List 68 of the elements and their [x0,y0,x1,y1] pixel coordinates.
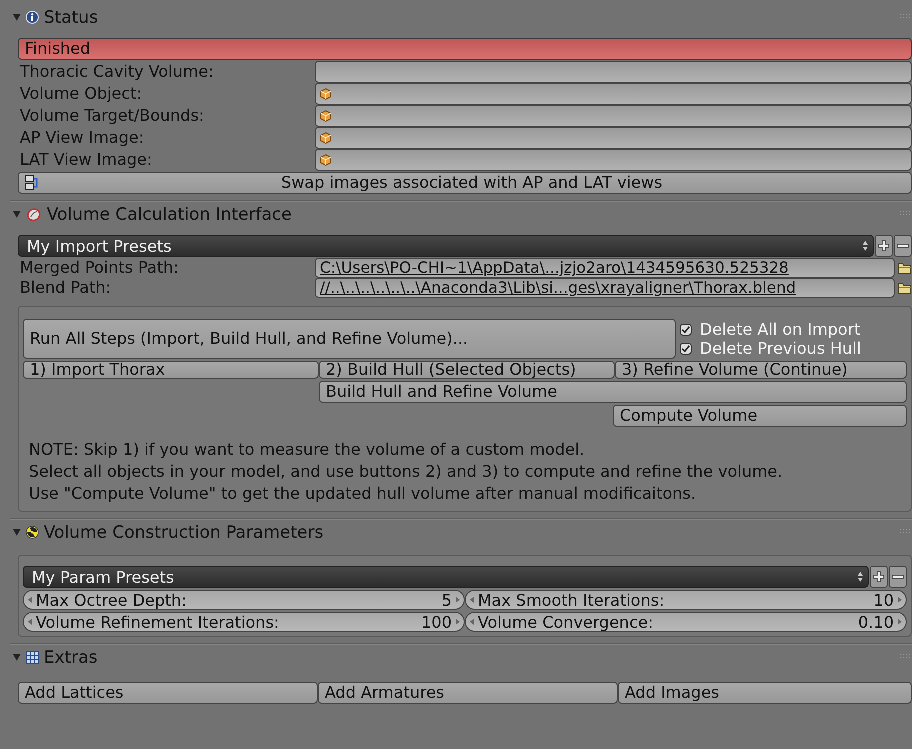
collapse-arrow-icon[interactable] [13,211,21,218]
panel-title[interactable]: Volume Calculation Interface [47,204,292,224]
note-text: Use "Compute Volume" to get the updated hull volume after manual modificaitons. [28,483,698,505]
extras-button[interactable]: Add Lattices [18,682,318,704]
up-down-arrows-icon [862,240,869,252]
plus-icon [878,240,890,252]
path-field[interactable]: //..\..\..\..\..\..\Anaconda3\Lib\si...ges\xrayaligner\Thorax.blend [315,278,895,298]
object-field[interactable] [315,127,912,149]
object-field[interactable] [315,105,912,127]
checkbox-label[interactable]: Delete Previous Hull [700,339,862,358]
field-label: AP View Image: [19,127,146,149]
cube-icon [320,154,332,166]
path-field[interactable]: C:\Users\PO-CHI~1\AppData\...jzjo2aro\1434595630.525328 [315,258,895,278]
panel-title[interactable]: Volume Construction Parameters [44,522,324,542]
field-label: Volume Target/Bounds: [19,105,206,127]
folder-icon[interactable] [898,282,912,294]
cube-icon [320,88,332,100]
compute-volume-button[interactable]: Compute Volume [613,405,907,427]
note-text: Select all objects in your model, and use buttons 2) and 3) to compute and refine the volume. [28,461,784,483]
checkbox-label[interactable]: Delete All on Import [700,320,861,339]
status-bar: Finished [18,38,912,60]
checkbox[interactable] [680,324,692,336]
number-field[interactable]: Volume Convergence: 0.10 [465,612,907,632]
swap-button[interactable]: Swap images associated with AP and LAT views [18,172,912,194]
minus-icon [897,244,909,248]
extras-button[interactable]: Add Images [618,682,912,704]
remove-preset-button[interactable] [889,566,907,588]
grip-icon[interactable] [900,211,912,217]
info-icon [26,11,39,24]
number-field[interactable]: Volume Refinement Iterations: 100 [23,612,465,632]
note-text: NOTE: Skip 1) if you want to measure the volume of a custom model. [28,439,586,461]
run-all-button[interactable]: Run All Steps (Import, Build Hull, and Refine Volume)... [23,319,676,359]
panel-title[interactable]: Extras [44,648,98,668]
cube-icon [320,132,332,144]
grip-icon[interactable] [900,529,912,535]
field-label: Merged Points Path: [19,258,180,278]
number-field[interactable]: Max Smooth Iterations: 10 [465,590,907,610]
build-refine-button[interactable]: Build Hull and Refine Volume [319,381,907,403]
grip-icon[interactable] [900,654,912,660]
radiation-icon [26,526,39,539]
panel-title[interactable]: Status [44,8,98,28]
remove-preset-button[interactable] [894,235,912,257]
extras-button[interactable]: Add Armatures [318,682,618,704]
lattice-icon [26,651,39,664]
preset-dropdown[interactable]: My Import Presets [18,235,874,257]
add-preset-button[interactable] [875,235,893,257]
step-button[interactable]: 3) Refine Volume (Continue) [615,361,907,379]
folder-icon[interactable] [898,262,912,274]
step-button[interactable]: 2) Build Hull (Selected Objects) [319,361,615,379]
field-label: Volume Object: [19,83,144,105]
add-preset-button[interactable] [870,566,888,588]
object-field[interactable] [315,149,912,171]
field-label: LAT View Image: [19,149,154,171]
step-button[interactable]: 1) Import Thorax [23,361,319,379]
up-down-arrows-icon [857,571,864,583]
preset-dropdown[interactable]: My Param Presets [23,566,869,588]
swap-icon [25,175,39,191]
cube-icon [320,110,332,122]
number-field[interactable]: Max Octree Depth: 5 [23,590,465,610]
field-label: Thoracic Cavity Volume: [19,61,215,83]
minus-icon [892,575,904,579]
grip-icon[interactable] [900,14,912,20]
lens-icon [26,208,42,222]
field-label: Blend Path: [19,278,112,298]
object-field[interactable] [315,83,912,105]
text-field[interactable] [315,61,912,83]
checkbox[interactable] [680,342,692,354]
plus-icon [873,571,885,583]
